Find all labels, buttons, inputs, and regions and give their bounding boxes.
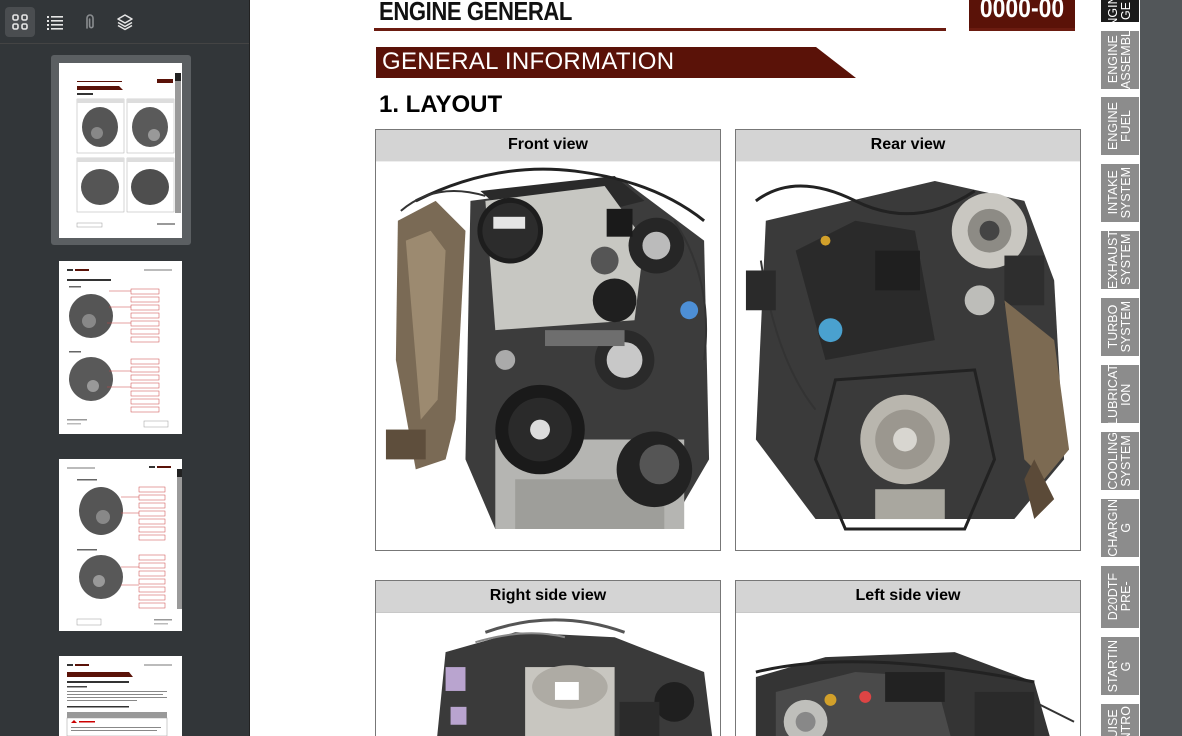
tab-lubrication[interactable]: LUBRICAT ION: [1101, 365, 1139, 423]
tab-d20dtf-pre[interactable]: D20DTF PRE-: [1101, 566, 1139, 628]
code-rule: [969, 28, 1075, 31]
front-view-engine-image: [376, 161, 720, 549]
tab-engine-general[interactable]: ENGINE GE: [1101, 0, 1139, 22]
pdf-page: ENGINE GENERAL 0000-00 GENERAL INFORMATI…: [250, 0, 1140, 736]
left-side-view-label: Left side view: [736, 581, 1080, 613]
thumbnails-icon: [12, 13, 28, 30]
left-side-view-engine-image: [736, 612, 1080, 736]
outline-icon: [47, 15, 63, 30]
tab-exhaust-system[interactable]: EXHAUST SYSTEM: [1101, 231, 1139, 289]
section-banner: GENERAL INFORMATION: [376, 47, 856, 78]
rear-view-label: Rear view: [736, 130, 1080, 162]
right-side-view-label: Right side view: [376, 581, 720, 613]
chapter-title: ENGINE GENERAL: [379, 0, 572, 26]
outline-button[interactable]: [40, 7, 70, 37]
front-view-label: Front view: [376, 130, 720, 162]
rear-view-panel: Rear view: [735, 129, 1081, 551]
sidebar-toolbar: [0, 0, 249, 44]
front-view-panel: Front view: [375, 129, 721, 551]
section-banner-text: GENERAL INFORMATION: [382, 48, 675, 75]
tab-cooling-system[interactable]: COOLING SYSTEM: [1101, 432, 1139, 490]
right-side-view-panel: Right side view: [375, 580, 721, 736]
tab-engine-fuel[interactable]: ENGINE FUEL: [1101, 97, 1139, 155]
page-thumbnail-2[interactable]: [59, 261, 182, 434]
tab-cruise-control[interactable]: UISE NTRO: [1101, 704, 1139, 736]
right-side-view-engine-image: [376, 612, 720, 736]
chapter-code-badge: 0000-00: [969, 0, 1075, 28]
tab-turbo-system[interactable]: TURBO SYSTEM: [1101, 298, 1139, 356]
rear-view-engine-image: [736, 161, 1080, 549]
thumbnails-button[interactable]: [5, 6, 35, 37]
viewer-background-right: [1140, 0, 1182, 736]
page-thumbnail-3[interactable]: [59, 459, 182, 631]
document-viewer[interactable]: ENGINE GENERAL 0000-00 GENERAL INFORMATI…: [250, 0, 1182, 736]
layers-button[interactable]: [110, 7, 140, 37]
thumbnail-sidebar: [0, 0, 250, 736]
left-side-view-panel: Left side view: [735, 580, 1081, 736]
chapter-tabs: ENGINE GE ENGINE ASSEMBL ENGINE FUEL INT…: [1101, 0, 1140, 736]
tab-engine-assembly[interactable]: ENGINE ASSEMBL: [1101, 31, 1139, 89]
attachments-button[interactable]: [75, 7, 105, 37]
layout-heading: 1. LAYOUT: [379, 91, 503, 118]
chapter-code: 0000-00: [979, 0, 1065, 23]
tab-intake-system[interactable]: INTAKE SYSTEM: [1101, 164, 1139, 222]
attachments-icon: [86, 13, 94, 29]
header-rule: [374, 28, 946, 31]
page-thumbnail-1[interactable]: [59, 63, 182, 238]
tab-charging[interactable]: CHARGIN G: [1101, 499, 1139, 557]
page-thumbnail-4[interactable]: [59, 656, 182, 736]
tab-starting[interactable]: STARTIN G: [1101, 637, 1139, 695]
layers-icon: [117, 13, 133, 30]
